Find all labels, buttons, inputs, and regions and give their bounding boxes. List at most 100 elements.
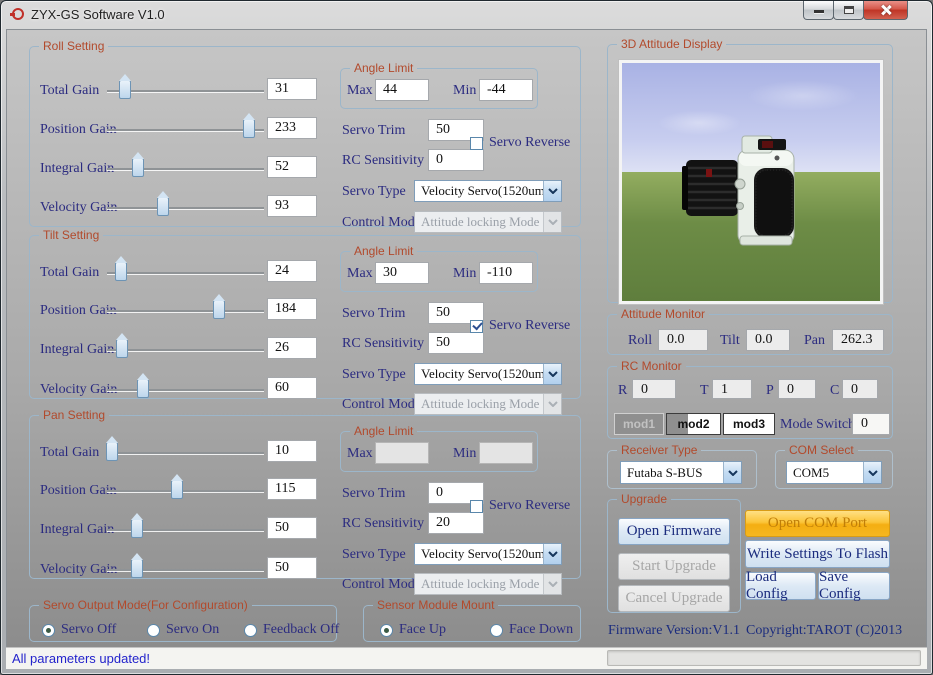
chevron-down-icon[interactable]: [863, 462, 881, 483]
titlebar[interactable]: ZYX-GS Software V1.0: [1, 1, 932, 29]
slider-thumb[interactable]: [115, 262, 127, 281]
slider-track[interactable]: [107, 389, 264, 391]
radio-servo-off[interactable]: Servo Off: [42, 622, 116, 638]
open-com-port-button[interactable]: Open COM Port: [745, 510, 890, 537]
roll-velocity-gain-value[interactable]: 93: [267, 195, 317, 217]
roll-position-gain-value[interactable]: 233: [267, 117, 317, 139]
pan-integral-gain-value[interactable]: 50: [267, 517, 317, 539]
pan-integral-gain-slider[interactable]: [107, 517, 264, 543]
maximize-button[interactable]: [833, 1, 864, 20]
servo-reverse-label: Servo Reverse: [489, 318, 570, 334]
chevron-down-icon[interactable]: [543, 544, 561, 564]
roll-integral-gain-value[interactable]: 52: [267, 156, 317, 178]
pan-servo-trim-label: Servo Trim: [342, 486, 405, 502]
pan-servo-type-select[interactable]: Velocity Servo(1520um): [414, 543, 562, 565]
receiver-type-select[interactable]: Futaba S-BUS: [620, 461, 742, 484]
chevron-down-icon[interactable]: [543, 181, 561, 201]
tilt-velocity-gain-slider[interactable]: [107, 377, 264, 403]
slider-track[interactable]: [107, 272, 264, 274]
slider-thumb[interactable]: [157, 197, 169, 216]
tilt-total-gain-slider[interactable]: [107, 260, 264, 286]
chevron-down-icon[interactable]: [723, 462, 741, 483]
max-label: Max: [347, 83, 373, 99]
pan-total-gain-value[interactable]: 10: [267, 440, 317, 462]
pan-group-title: Pan Setting: [39, 408, 109, 422]
checkbox-icon[interactable]: [470, 137, 483, 150]
roll-velocity-gain-slider[interactable]: [107, 195, 264, 221]
com-select[interactable]: COM5: [786, 461, 882, 484]
write-settings-to-flash-button[interactable]: Write Settings To Flash: [745, 540, 890, 568]
slider-track[interactable]: [107, 168, 264, 170]
slider-track[interactable]: [107, 310, 264, 312]
tilt-angle-min-input[interactable]: -110: [479, 262, 533, 284]
tilt-integral-gain-value[interactable]: 26: [267, 337, 317, 359]
tilt-servo-type-label: Servo Type: [342, 367, 406, 383]
radio-icon[interactable]: [380, 624, 393, 637]
mode-switch-label: Mode Switch: [780, 417, 855, 433]
slider-thumb[interactable]: [243, 119, 255, 138]
roll-servo-reverse-checkbox[interactable]: Servo Reverse: [470, 135, 570, 151]
roll-angle-max-input[interactable]: 44: [375, 79, 429, 101]
chevron-down-icon[interactable]: [543, 364, 561, 384]
roll-total-gain-slider[interactable]: [107, 78, 264, 104]
slider-thumb[interactable]: [116, 339, 128, 358]
attitude-3d-viewport: [618, 59, 884, 305]
roll-position-gain-slider[interactable]: [107, 117, 264, 143]
slider-track[interactable]: [107, 490, 264, 492]
tilt-velocity-gain-value[interactable]: 60: [267, 377, 317, 399]
checkbox-icon[interactable]: [470, 320, 483, 333]
tilt-rc-sensitivity-input[interactable]: 50: [428, 332, 484, 354]
tilt-total-gain-value[interactable]: 24: [267, 260, 317, 282]
slider-thumb[interactable]: [131, 519, 143, 538]
pan-position-gain-slider[interactable]: [107, 478, 264, 504]
slider-thumb[interactable]: [132, 158, 144, 177]
window-title: ZYX-GS Software V1.0: [31, 7, 165, 22]
attitude-monitor-group: Attitude Monitor Roll 0.0 Tilt 0.0 Pan 2…: [607, 307, 893, 355]
slider-track[interactable]: [107, 452, 264, 454]
load-config-button[interactable]: Load Config: [745, 572, 816, 600]
tilt-position-gain-value[interactable]: 184: [267, 298, 317, 320]
save-config-button[interactable]: Save Config: [818, 572, 890, 600]
slider-track[interactable]: [107, 349, 264, 351]
radio-servo-on[interactable]: Servo On: [147, 622, 219, 638]
roll-rc-sensitivity-input[interactable]: 0: [428, 149, 484, 171]
close-button[interactable]: [863, 1, 908, 20]
sensor-module-mount-group: Sensor Module Mount Face Up Face Down: [363, 598, 581, 642]
radio-icon[interactable]: [244, 624, 257, 637]
progress-bar-empty: [607, 650, 921, 666]
open-firmware-button[interactable]: Open Firmware: [618, 518, 730, 545]
slider-thumb[interactable]: [106, 442, 118, 461]
slider-thumb[interactable]: [131, 559, 143, 578]
pan-rc-sensitivity-input[interactable]: 20: [428, 512, 484, 534]
slider-thumb[interactable]: [171, 480, 183, 499]
radio-feedback-off[interactable]: Feedback Off: [244, 622, 339, 638]
roll-integral-gain-slider[interactable]: [107, 156, 264, 182]
tilt-integral-gain-slider[interactable]: [107, 337, 264, 363]
tilt-position-gain-slider[interactable]: [107, 298, 264, 324]
radio-face-up[interactable]: Face Up: [380, 622, 446, 638]
radio-face-down[interactable]: Face Down: [490, 622, 573, 638]
roll-angle-min-input[interactable]: -44: [479, 79, 533, 101]
slider-thumb[interactable]: [213, 300, 225, 319]
pan-servo-reverse-checkbox[interactable]: Servo Reverse: [470, 498, 570, 514]
radio-icon[interactable]: [42, 624, 55, 637]
radio-icon[interactable]: [490, 624, 503, 637]
slider-thumb[interactable]: [119, 80, 131, 99]
slider-track[interactable]: [107, 207, 264, 209]
slider-track[interactable]: [107, 129, 264, 131]
tilt-servo-type-select[interactable]: Velocity Servo(1520um): [414, 363, 562, 385]
roll-servo-type-select[interactable]: Velocity Servo(1520um): [414, 180, 562, 202]
minimize-button[interactable]: [803, 1, 834, 20]
tilt-servo-reverse-checkbox[interactable]: Servo Reverse: [470, 318, 570, 334]
checkbox-icon[interactable]: [470, 500, 483, 513]
tilt-angle-max-input[interactable]: 30: [375, 262, 429, 284]
pan-velocity-gain-value[interactable]: 50: [267, 557, 317, 579]
slider-thumb[interactable]: [137, 379, 149, 398]
pan-position-gain-value[interactable]: 115: [267, 478, 317, 500]
tilt-total-gain-label: Total Gain: [40, 265, 99, 281]
pan-velocity-gain-slider[interactable]: [107, 557, 264, 583]
pan-total-gain-slider[interactable]: [107, 440, 264, 466]
status-message: All parameters updated!: [12, 651, 150, 666]
radio-icon[interactable]: [147, 624, 160, 637]
roll-total-gain-value[interactable]: 31: [267, 78, 317, 100]
